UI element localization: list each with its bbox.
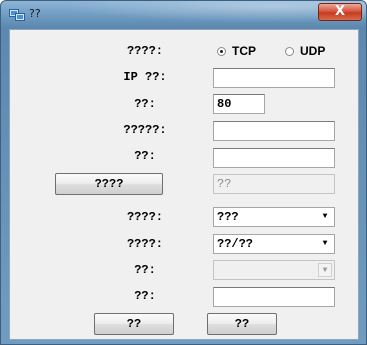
cancel-button[interactable]: ?? bbox=[207, 313, 277, 335]
browse-button[interactable]: ???? bbox=[55, 173, 163, 195]
title-bar[interactable]: ?? X bbox=[1, 1, 366, 27]
combo2-select[interactable]: ??/?? ▼ bbox=[213, 234, 335, 254]
close-button[interactable]: X bbox=[318, 3, 362, 21]
window-title: ?? bbox=[29, 7, 41, 20]
ok-button[interactable]: ?? bbox=[94, 313, 174, 335]
title-bar-background bbox=[1, 1, 366, 27]
close-icon: X bbox=[334, 4, 346, 19]
combo3-label: ??: bbox=[134, 263, 156, 277]
combo2-label: ????: bbox=[126, 237, 163, 251]
combo1-label: ????: bbox=[126, 210, 163, 224]
radio-tcp-indicator bbox=[217, 46, 226, 56]
field4-label: ??: bbox=[134, 149, 156, 163]
chevron-down-icon[interactable]: ▼ bbox=[318, 237, 332, 251]
ip-label: IP ??: bbox=[123, 70, 167, 84]
field5-input[interactable] bbox=[213, 287, 335, 307]
radio-udp[interactable]: UDP bbox=[285, 44, 325, 58]
radio-udp-indicator bbox=[285, 46, 294, 56]
protocol-label: ????: bbox=[126, 44, 163, 58]
radio-udp-label: UDP bbox=[300, 44, 326, 58]
port-input[interactable]: 80 bbox=[213, 94, 265, 114]
field3-label: ?????: bbox=[123, 123, 167, 137]
combo1-value: ??? bbox=[217, 210, 239, 224]
chevron-down-icon: ▼ bbox=[318, 263, 332, 277]
port-label: ??: bbox=[134, 97, 156, 111]
field5-label: ??: bbox=[134, 289, 156, 303]
combo2-value: ??/?? bbox=[217, 237, 254, 251]
radio-tcp[interactable]: TCP bbox=[217, 44, 256, 58]
ip-input[interactable] bbox=[213, 68, 335, 88]
combo3-select: ▼ bbox=[213, 260, 335, 280]
radio-tcp-label: TCP bbox=[232, 44, 256, 58]
dialog-client-area: ????: TCP UDP IP ??: ??: 80 ?????: ??: ?… bbox=[9, 29, 359, 340]
combo1-select[interactable]: ??? ▼ bbox=[213, 207, 335, 227]
dialog-window: ?? X ????: TCP UDP IP ??: ??: 80 ?????: … bbox=[0, 0, 367, 345]
chevron-down-icon[interactable]: ▼ bbox=[318, 210, 332, 224]
browse-path-field: ?? bbox=[213, 174, 335, 194]
field4-input[interactable] bbox=[213, 148, 335, 168]
network-app-icon bbox=[9, 7, 25, 21]
field3-input[interactable] bbox=[213, 121, 335, 141]
